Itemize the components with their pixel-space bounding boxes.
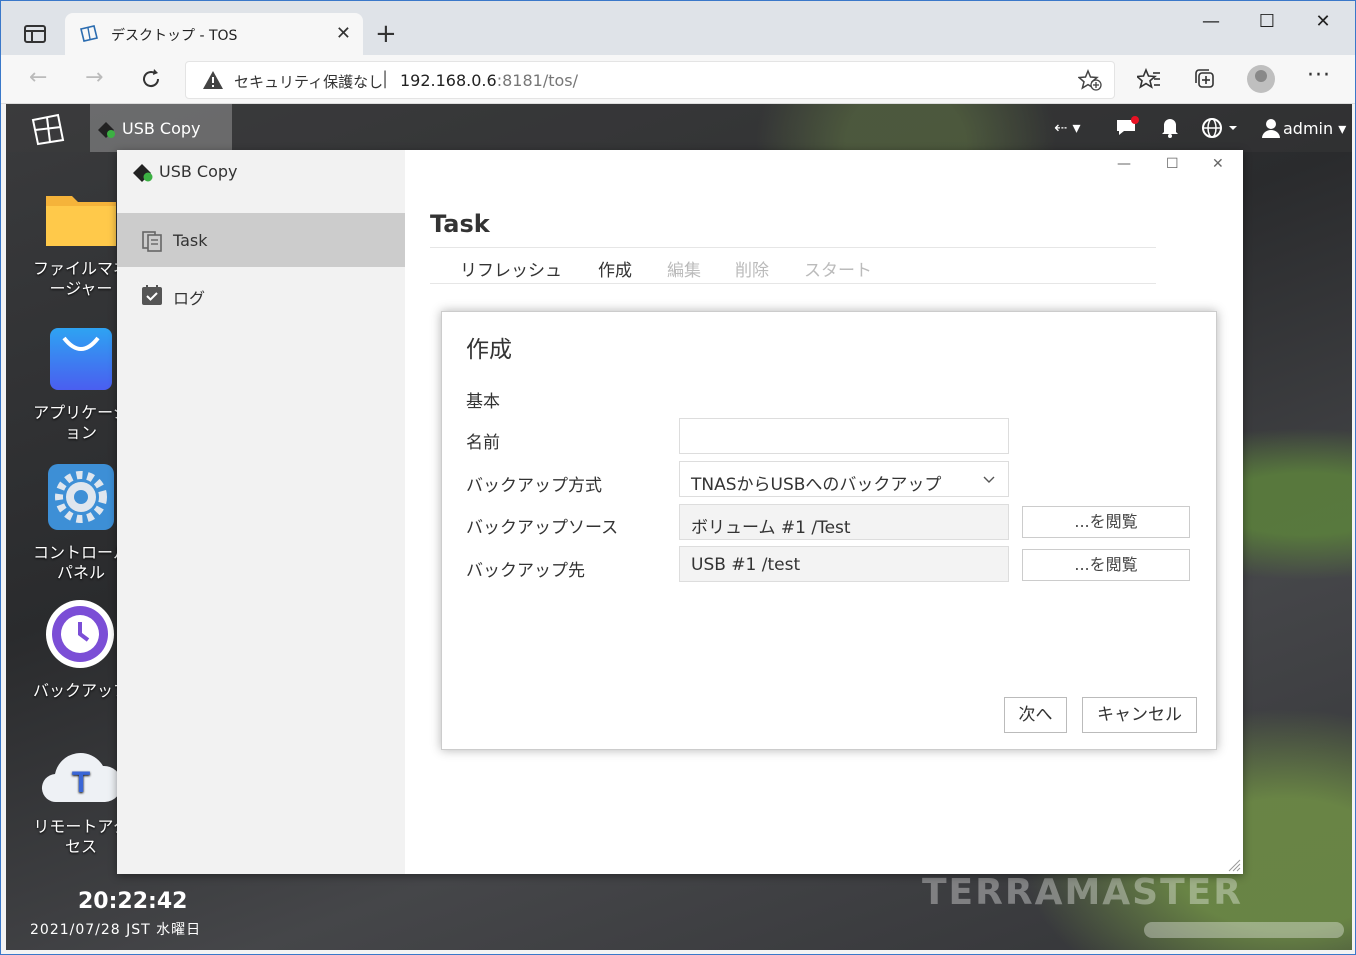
- language-globe-icon[interactable]: [1201, 117, 1241, 139]
- edit-button[interactable]: 編集: [667, 256, 701, 281]
- close-window-icon[interactable]: ✕: [1303, 11, 1343, 32]
- tab-close-icon[interactable]: ✕: [336, 23, 351, 44]
- window-minimize-icon[interactable]: —: [1117, 156, 1131, 172]
- calendar-check-icon: [142, 285, 162, 305]
- username: admin: [1283, 119, 1334, 138]
- more-menu-icon[interactable]: ···: [1307, 63, 1331, 88]
- tos-desktop: USB Copy ⇠ ▾ admin ▾ ファイルマネージャー アプリケーション…: [6, 104, 1352, 950]
- divider: [430, 283, 1156, 284]
- address-bar[interactable]: セキュリティ保護なし | 192.168.0.6:8181/tos/: [185, 61, 1115, 99]
- terramaster-watermark: TERRAMASTER: [922, 872, 1243, 913]
- chevron-down-icon: [983, 476, 995, 483]
- sidebar-item-label: Task: [173, 231, 208, 250]
- window-title: USB Copy: [159, 162, 238, 181]
- window-close-icon[interactable]: ✕: [1212, 156, 1224, 172]
- profile-avatar[interactable]: [1247, 65, 1275, 93]
- settings-gear-icon: [48, 464, 114, 530]
- resize-handle-icon[interactable]: [1227, 858, 1241, 872]
- page-title: Task: [430, 210, 490, 238]
- warning-icon: [203, 71, 223, 89]
- usb-copy-window: USB Copy Task ログ — ☐ ✕ Task リフレッシュ 作成 編集…: [117, 150, 1243, 874]
- user-menu[interactable]: admin ▾: [1283, 119, 1346, 138]
- tab-title: デスクトップ - TOS: [111, 28, 238, 44]
- tab-bar: デスクトップ - TOS ✕ + — ☐ ✕: [1, 1, 1355, 55]
- window-sidebar: USB Copy Task ログ: [117, 150, 405, 874]
- browser-window: デスクトップ - TOS ✕ + — ☐ ✕ ← → セキュリティ保護なし | …: [0, 0, 1356, 955]
- backup-clock-icon: [46, 600, 114, 668]
- create-button[interactable]: 作成: [598, 256, 632, 281]
- add-favorite-icon[interactable]: [1078, 69, 1102, 91]
- folder-icon: [46, 196, 116, 246]
- address-separator: |: [382, 68, 389, 89]
- desktop-scrollbar[interactable]: [1144, 922, 1344, 938]
- browser-toolbar: ← → セキュリティ保護なし | 192.168.0.6:8181/tos/: [1, 55, 1355, 104]
- backup-destination-field[interactable]: USB #1 /test: [679, 546, 1009, 582]
- browse-source-button[interactable]: ...を閲覧: [1022, 506, 1190, 538]
- create-dialog: 作成 基本 名前 バックアップ方式 TNASからUSBへのバックアップ バックア…: [441, 311, 1217, 750]
- backup-source-field[interactable]: ボリューム #1 /Test: [679, 504, 1009, 540]
- refresh-icon[interactable]: [139, 67, 163, 91]
- backup-method-label: バックアップ方式: [466, 476, 602, 496]
- name-input[interactable]: [679, 418, 1009, 454]
- desktop-clock: 20:22:42: [78, 889, 188, 914]
- usb-copy-icon: [98, 122, 115, 138]
- usb-tray-icon[interactable]: ⇠ ▾: [1054, 118, 1081, 137]
- cancel-button[interactable]: キャンセル: [1082, 697, 1197, 733]
- minimize-icon[interactable]: —: [1191, 11, 1231, 32]
- dialog-title: 作成: [466, 337, 512, 363]
- backup-destination-label: バックアップ先: [466, 561, 585, 581]
- section-heading: 基本: [466, 392, 500, 412]
- tos-taskbar: USB Copy ⇠ ▾ admin ▾: [6, 104, 1352, 152]
- chat-tray-icon[interactable]: [1114, 114, 1140, 140]
- notification-bell-icon[interactable]: [1160, 116, 1180, 138]
- window-maximize-icon[interactable]: ☐: [1166, 156, 1179, 172]
- taskbar-app-label: USB Copy: [122, 119, 201, 138]
- url-text: 192.168.0.6:8181/tos/: [400, 71, 578, 90]
- delete-button[interactable]: 削除: [735, 256, 769, 281]
- favorites-icon[interactable]: [1137, 67, 1161, 91]
- start-button[interactable]: スタート: [804, 256, 872, 281]
- maximize-icon[interactable]: ☐: [1247, 11, 1287, 32]
- backup-source-label: バックアップソース: [466, 518, 619, 538]
- task-list-icon: [142, 231, 162, 252]
- sidebar-item-label: ログ: [173, 289, 206, 308]
- back-icon[interactable]: ←: [29, 65, 47, 90]
- divider: [430, 247, 1156, 248]
- new-tab-button[interactable]: +: [375, 19, 397, 49]
- forward-icon[interactable]: →: [85, 65, 103, 90]
- cloud-icon: T: [41, 753, 123, 803]
- collections-icon[interactable]: [1192, 67, 1216, 91]
- tos-favicon-icon: [80, 25, 98, 42]
- name-label: 名前: [466, 433, 500, 453]
- url-path: :8181/tos/: [496, 71, 578, 90]
- sidebar-item-log[interactable]: ログ: [117, 267, 405, 321]
- desktop-date: 2021/07/28 JST 水曜日: [30, 922, 202, 938]
- backup-method-value: TNASからUSBへのバックアップ: [691, 475, 942, 495]
- usb-copy-icon: [133, 164, 153, 182]
- sidebar-item-task[interactable]: Task: [117, 213, 405, 267]
- browser-tab[interactable]: デスクトップ - TOS ✕: [65, 13, 363, 55]
- tos-start-icon[interactable]: [30, 112, 66, 146]
- app-store-bag-icon: [50, 328, 112, 390]
- user-icon[interactable]: [1262, 118, 1280, 138]
- refresh-button[interactable]: リフレッシュ: [460, 256, 562, 281]
- backup-method-select[interactable]: TNASからUSBへのバックアップ: [679, 461, 1009, 497]
- next-button[interactable]: 次へ: [1004, 697, 1067, 733]
- url-host: 192.168.0.6: [400, 71, 497, 90]
- svg-text:T: T: [72, 766, 90, 799]
- tab-actions-icon[interactable]: [23, 23, 47, 45]
- browse-destination-button[interactable]: ...を閲覧: [1022, 549, 1190, 581]
- taskbar-usb-copy[interactable]: USB Copy: [90, 104, 232, 152]
- security-status: セキュリティ保護なし: [234, 73, 384, 91]
